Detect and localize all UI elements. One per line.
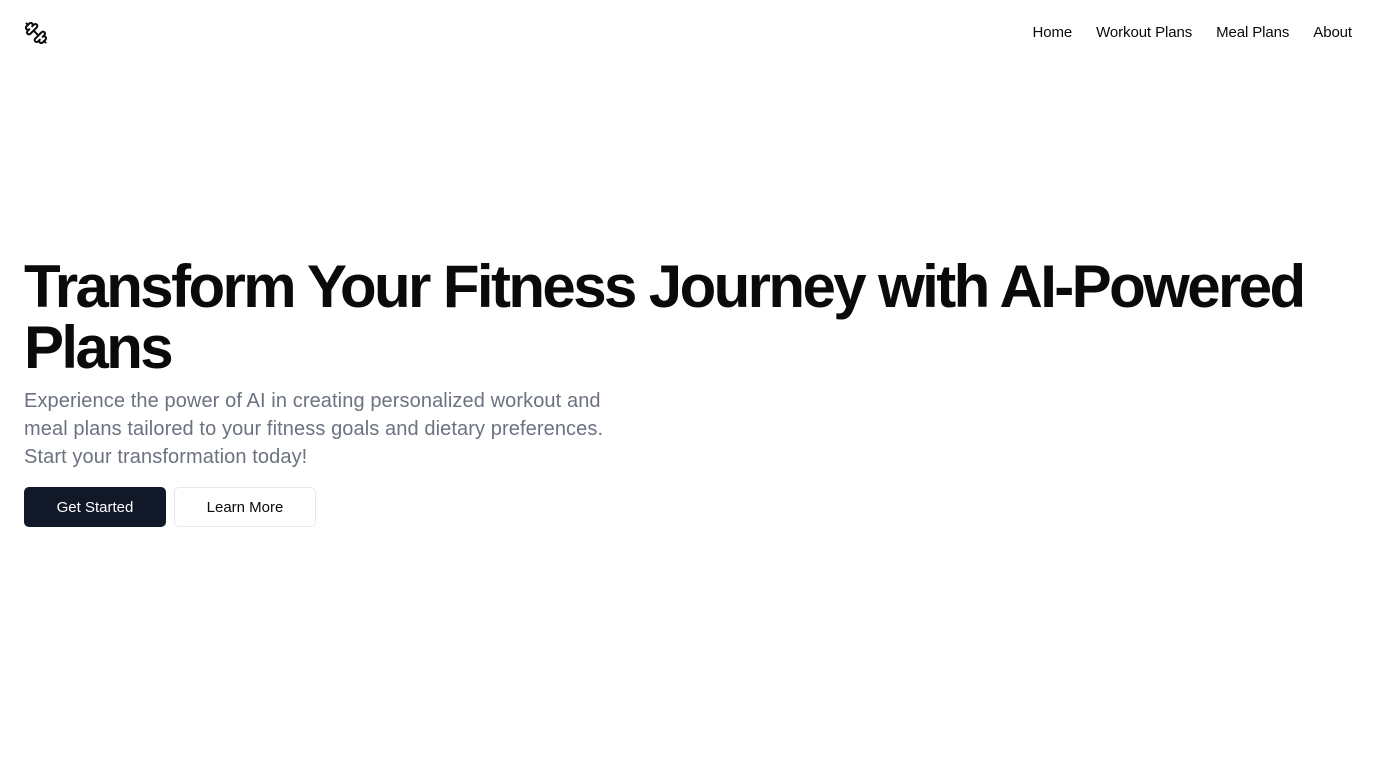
dumbbell-icon[interactable] [24,21,48,45]
hero-title: Transform Your Fitness Journey with AI-P… [24,253,1306,381]
learn-more-button[interactable]: Learn More [174,487,316,527]
hero-section: Transform Your Fitness Journey with AI-P… [24,256,1344,527]
nav-about[interactable]: About [1313,24,1352,41]
nav-workout-plans[interactable]: Workout Plans [1096,24,1192,41]
hero-subtitle: Experience the power of AI in creating p… [24,390,604,468]
nav-home[interactable]: Home [1033,24,1073,41]
nav-meal-plans[interactable]: Meal Plans [1216,24,1289,41]
hero-actions: Get Started Learn More [24,487,1344,527]
main-nav: Home Workout Plans Meal Plans About [1033,24,1353,41]
site-header: Home Workout Plans Meal Plans About [0,0,1376,64]
landing-page: Home Workout Plans Meal Plans About Tran… [0,0,1376,768]
get-started-button[interactable]: Get Started [24,487,166,527]
